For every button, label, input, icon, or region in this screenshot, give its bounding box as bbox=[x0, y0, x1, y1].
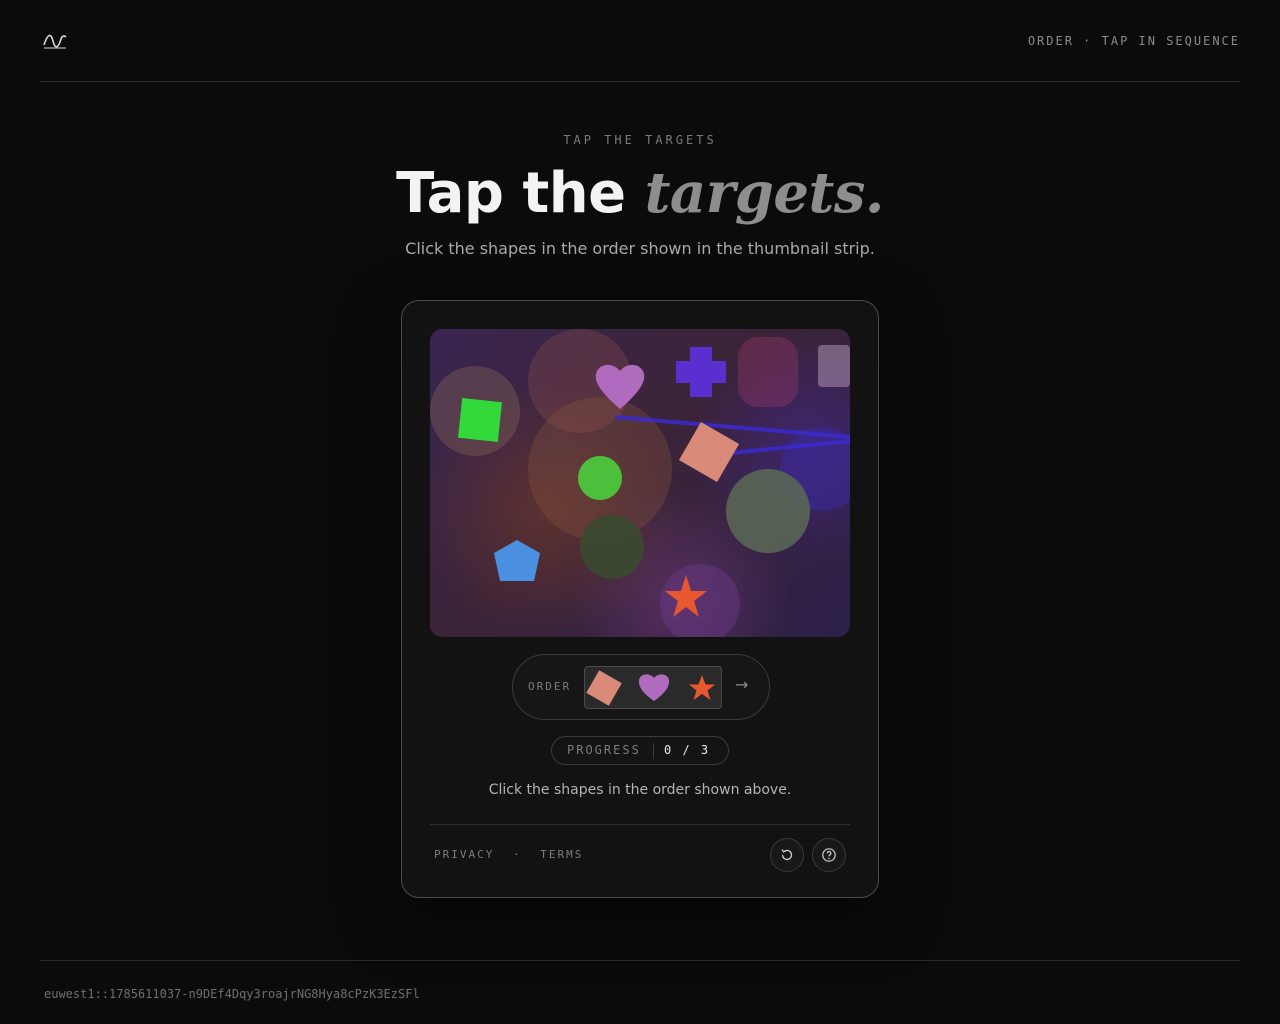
green-square-shape[interactable] bbox=[458, 398, 502, 442]
blue-pentagon-shape[interactable] bbox=[494, 540, 540, 581]
terms-link[interactable]: TERMS bbox=[540, 848, 583, 861]
instruction-text: Click the shapes in the order shown abov… bbox=[488, 782, 792, 798]
order-strip: ORDER → bbox=[512, 654, 770, 720]
refresh-button[interactable] bbox=[770, 838, 804, 872]
page-title-emphasis: targets. bbox=[644, 160, 885, 226]
link-separator: · bbox=[512, 848, 522, 861]
challenge-canvas[interactable] bbox=[430, 329, 850, 637]
progress-label: PROGRESS bbox=[567, 743, 641, 757]
top-nav-text: ORDER · TAP IN SEQUENCE bbox=[1027, 33, 1240, 48]
page-title-plain: Tap the bbox=[396, 161, 645, 226]
help-icon bbox=[822, 848, 836, 862]
top-bar: ORDER · TAP IN SEQUENCE bbox=[40, 0, 1240, 82]
refresh-icon bbox=[781, 849, 793, 861]
order-thumbnails bbox=[584, 666, 722, 709]
thumb-salmon-diamond bbox=[586, 670, 622, 706]
purple-cross-shape[interactable] bbox=[676, 347, 726, 397]
privacy-link[interactable]: PRIVACY bbox=[434, 848, 494, 861]
session-id: euwest1::1785611037-n9DEf4Dqy3roajrNG8Hy… bbox=[44, 987, 420, 1001]
green-circle-shape[interactable] bbox=[578, 456, 622, 500]
bottom-divider bbox=[40, 960, 1240, 961]
help-button[interactable] bbox=[812, 838, 846, 872]
page-subtitle: Click the shapes in the order shown in t… bbox=[405, 239, 875, 258]
footer-links: PRIVACY · TERMS bbox=[434, 848, 583, 861]
eyebrow-label: TAP THE TARGETS bbox=[563, 133, 717, 147]
challenge-card: ORDER → PROGRESS 0 / 3 Click the shapes … bbox=[401, 300, 879, 898]
thumb-pink-heart bbox=[638, 674, 670, 701]
arrow-right-icon[interactable]: → bbox=[735, 675, 748, 694]
progress-value: 0 / 3 bbox=[664, 743, 711, 757]
progress-indicator: PROGRESS 0 / 3 bbox=[551, 736, 729, 765]
wave-logo-icon[interactable] bbox=[42, 31, 68, 51]
progress-divider bbox=[653, 743, 654, 759]
page-title: Tap the targets. bbox=[0, 158, 1280, 229]
thumb-orange-star bbox=[689, 675, 715, 700]
order-label: ORDER bbox=[528, 680, 572, 693]
card-divider bbox=[430, 824, 850, 825]
salmon-diamond-shape[interactable] bbox=[678, 421, 740, 483]
